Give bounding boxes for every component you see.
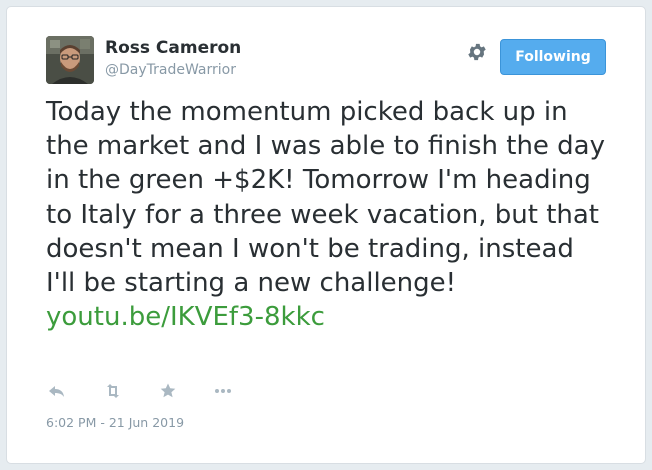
following-button[interactable]: Following: [500, 39, 606, 75]
tweet-text: Today the momentum picked back up in the…: [46, 95, 606, 334]
display-name[interactable]: Ross Cameron: [105, 38, 241, 58]
tweet-card: Ross Cameron @DayTradeWarrior Following …: [6, 6, 646, 464]
tweet-body: Today the momentum picked back up in the…: [46, 97, 605, 299]
like-star-icon[interactable]: [157, 381, 179, 401]
user-handle[interactable]: @DayTradeWarrior: [105, 62, 236, 78]
tweet-link[interactable]: youtu.be/IKVEf3-8kkc: [46, 302, 325, 332]
retweet-icon[interactable]: [102, 381, 124, 401]
gear-icon[interactable]: [466, 41, 488, 63]
more-icon[interactable]: [212, 381, 234, 401]
avatar-image: [46, 36, 94, 84]
tweet-timestamp[interactable]: 6:02 PM - 21 Jun 2019: [46, 415, 184, 430]
avatar[interactable]: [46, 36, 94, 84]
reply-icon[interactable]: [46, 381, 68, 401]
